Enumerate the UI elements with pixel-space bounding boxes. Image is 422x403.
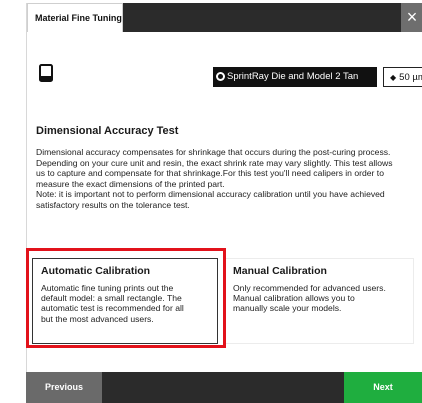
manual-calibration-description: Only recommended for advanced users. Man… [233, 283, 405, 314]
layer-thickness-button[interactable]: ◆ 50 µm [383, 67, 422, 87]
card-line: manually scale your models. [233, 303, 342, 314]
card-line: Only recommended for advanced users. [233, 283, 386, 293]
tab-material-fine-tuning[interactable]: Material Fine Tuning [27, 3, 123, 32]
description-line: satisfactory results on the tolerance te… [36, 199, 190, 210]
section-description: Dimensional accuracy compensates for shr… [36, 147, 420, 211]
automatic-calibration-description: Automatic fine tuning prints out the def… [41, 283, 209, 324]
resin-select-button[interactable]: SprintRay Die and Model 2 Tan [213, 67, 377, 87]
layer-label: 50 µm [399, 72, 422, 83]
description-line: Depending on your cure unit and resin, t… [36, 157, 393, 168]
layer-icon: ◆ [390, 73, 397, 82]
title-bar: Material Fine Tuning × [27, 3, 422, 32]
calibration-options: Automatic Calibration Automatic fine tun… [32, 258, 414, 348]
manual-calibration-card[interactable]: Manual Calibration Only recommended for … [224, 258, 414, 344]
resin-drop-icon [216, 72, 225, 81]
description-line: Dimensional accuracy compensates for shr… [36, 147, 391, 157]
close-icon[interactable]: × [401, 3, 422, 32]
section-title: Dimensional Accuracy Test [36, 125, 179, 137]
card-line: Manual calibration allows you to [233, 293, 355, 304]
automatic-calibration-card[interactable]: Automatic Calibration Automatic fine tun… [32, 258, 218, 344]
card-line: default model: a small rectangle. The [41, 293, 182, 304]
manual-calibration-title: Manual Calibration [233, 265, 327, 277]
description-line: Note: it is important not to perform dim… [36, 189, 385, 200]
automatic-calibration-title: Automatic Calibration [41, 265, 151, 277]
printer-icon [39, 64, 53, 87]
card-line: automatic test is recommended for all [41, 303, 184, 314]
description-line: us to capture and compensate for that sh… [36, 168, 384, 179]
card-line: but the most advanced users. [41, 313, 154, 324]
previous-button[interactable]: Previous [26, 372, 102, 403]
resin-label: SprintRay Die and Model 2 Tan [227, 71, 359, 82]
footer-bar: Previous Next [26, 372, 422, 403]
description-line: measure the exact dimensions of the prin… [36, 178, 225, 189]
card-line: Automatic fine tuning prints out the [41, 283, 174, 293]
next-button[interactable]: Next [344, 372, 422, 403]
